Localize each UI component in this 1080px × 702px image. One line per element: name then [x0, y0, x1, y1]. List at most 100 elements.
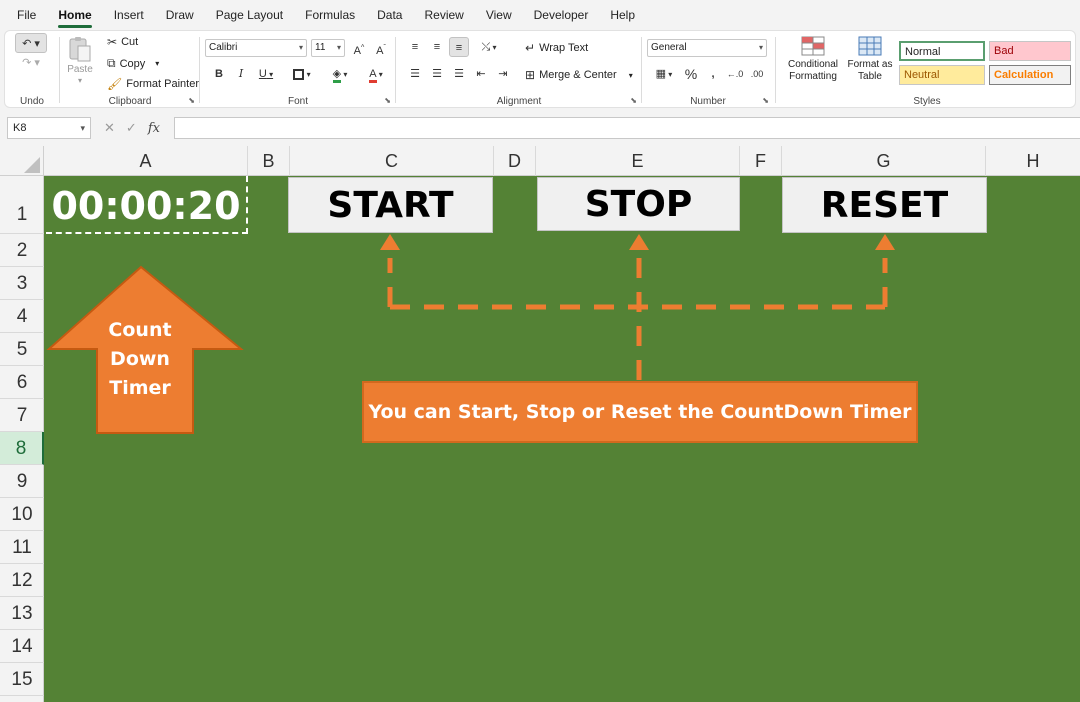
row-header[interactable]: 2 — [0, 234, 44, 267]
paste-button[interactable]: Paste ▾ — [67, 35, 93, 85]
row-header[interactable]: 3 — [0, 267, 44, 300]
decrease-font-button[interactable]: Aˇ — [371, 38, 391, 58]
clipboard-launcher-icon[interactable]: ⬊ — [188, 96, 195, 105]
underline-icon: U — [258, 68, 267, 80]
align-left-button[interactable]: ☰ — [405, 64, 425, 84]
number-launcher-icon[interactable]: ⬊ — [762, 96, 769, 105]
row-header[interactable]: 15 — [0, 663, 44, 696]
conditional-formatting-button[interactable]: Conditional Formatting — [783, 35, 843, 83]
underline-button[interactable]: U ▾ — [253, 64, 279, 84]
chevron-down-icon: ▾ — [758, 43, 763, 52]
alignment-group: ≡ ≡ ≡ ⤯ ▾ ☰ ☰ ☰ ⇤ ⇥ ↵ Wrap Text ⊞ Merge & … — [397, 31, 641, 109]
percent-style-button[interactable]: % — [681, 64, 701, 84]
column-header-g[interactable]: G — [782, 146, 986, 176]
menu-home[interactable]: Home — [47, 0, 102, 30]
name-box[interactable]: K8 ▾ — [7, 117, 91, 139]
cut-button[interactable]: ✂ Cut — [107, 35, 138, 49]
row-header[interactable]: 10 — [0, 498, 44, 531]
style-neutral[interactable]: Neutral — [899, 65, 985, 85]
increase-font-button[interactable]: A^ — [349, 38, 369, 58]
column-header-a[interactable]: A — [44, 146, 248, 176]
menu-page-layout[interactable]: Page Layout — [205, 0, 294, 30]
enter-icon[interactable]: ✓ — [126, 120, 137, 136]
insert-function-icon[interactable]: fx — [148, 121, 160, 136]
column-header-b[interactable]: B — [248, 146, 290, 176]
menu-view[interactable]: View — [475, 0, 523, 30]
conditional-formatting-icon — [801, 36, 825, 56]
merge-center-button[interactable]: ⊞ Merge & Center ▾ — [525, 68, 633, 82]
row-header[interactable]: 13 — [0, 597, 44, 630]
style-calculation[interactable]: Calculation — [989, 65, 1071, 85]
decrease-indent-button[interactable]: ⇤ — [471, 64, 491, 84]
column-header-e[interactable]: E — [536, 146, 740, 176]
italic-icon: I — [238, 67, 244, 80]
column-header-h[interactable]: H — [986, 146, 1080, 176]
clipboard-group-label: Clipboard — [108, 96, 152, 107]
count-down-timer-label: Count Down Timer — [108, 319, 172, 399]
menu-insert[interactable]: Insert — [103, 0, 155, 30]
borders-icon — [293, 68, 305, 80]
menu-file[interactable]: File — [6, 0, 47, 30]
select-all-button[interactable] — [0, 146, 44, 176]
redo-button[interactable]: ↷ ▾ — [15, 53, 47, 73]
align-middle-button[interactable]: ≡ — [427, 37, 447, 57]
column-header-c[interactable]: C — [290, 146, 494, 176]
row-header[interactable]: 7 — [0, 399, 44, 432]
grow-font-icon: A^ — [353, 44, 365, 57]
align-center-icon: ☰ — [432, 68, 442, 80]
formula-actions: ✕ ✓ fx — [104, 117, 160, 139]
align-right-button[interactable]: ☰ — [449, 64, 469, 84]
separator — [641, 37, 642, 103]
bold-button[interactable]: B — [209, 64, 229, 84]
font-launcher-icon[interactable]: ⬊ — [384, 96, 391, 105]
menu-draw[interactable]: Draw — [155, 0, 205, 30]
row-header[interactable]: 8 — [0, 432, 44, 465]
menu-formulas[interactable]: Formulas — [294, 0, 366, 30]
accounting-format-button[interactable]: ▦ ▾ — [649, 64, 679, 84]
font-name-select[interactable]: Calibri ▾ — [205, 39, 307, 57]
orientation-button[interactable]: ⤯ ▾ — [475, 37, 503, 57]
style-normal[interactable]: Normal — [899, 41, 985, 61]
menu-developer[interactable]: Developer — [523, 0, 600, 30]
row-header[interactable]: 5 — [0, 333, 44, 366]
align-center-button[interactable]: ☰ — [427, 64, 447, 84]
menu-data[interactable]: Data — [366, 0, 413, 30]
menu-help[interactable]: Help — [599, 0, 646, 30]
cancel-icon[interactable]: ✕ — [104, 120, 115, 136]
number-format-select[interactable]: General ▾ — [647, 39, 767, 57]
row-header[interactable]: 14 — [0, 630, 44, 663]
italic-button[interactable]: I — [231, 64, 251, 84]
formula-input[interactable] — [174, 117, 1080, 139]
align-bottom-button[interactable]: ≡ — [449, 37, 469, 57]
row-header[interactable]: 12 — [0, 564, 44, 597]
menu-review[interactable]: Review — [413, 0, 474, 30]
align-top-button[interactable]: ≡ — [405, 37, 425, 57]
styles-group: Conditional Formatting Format as Table N… — [777, 31, 1077, 109]
fill-color-button[interactable]: ◈ ▾ — [325, 64, 355, 84]
row-header[interactable]: 11 — [0, 531, 44, 564]
format-as-table-button[interactable]: Format as Table — [845, 35, 895, 83]
style-bad[interactable]: Bad — [989, 41, 1071, 61]
worksheet[interactable]: 00:00:20 START STOP RESET Count Down Tim… — [44, 176, 1080, 702]
increase-decimal-button[interactable]: ←.0 — [725, 64, 745, 84]
undo-button[interactable]: ↶ ▾ — [15, 33, 47, 53]
wrap-text-button[interactable]: ↵ Wrap Text — [525, 41, 588, 55]
column-header-d[interactable]: D — [494, 146, 536, 176]
decrease-decimal-button[interactable]: .00 — [747, 64, 767, 84]
borders-button[interactable]: ▾ — [287, 64, 317, 84]
indent-icon: ⇥ — [498, 68, 508, 80]
row-header[interactable]: 1 — [0, 176, 44, 234]
row-header[interactable]: 4 — [0, 300, 44, 333]
row-header[interactable]: 6 — [0, 366, 44, 399]
format-painter-button[interactable]: 🖌 Format Painter — [107, 77, 199, 91]
copy-button[interactable]: ⧉ Copy ▾ — [107, 56, 159, 71]
comma-style-button[interactable]: , — [703, 64, 723, 84]
increase-indent-button[interactable]: ⇥ — [493, 64, 513, 84]
alignment-launcher-icon[interactable]: ⬊ — [630, 96, 637, 105]
font-color-button[interactable]: A ▾ — [361, 64, 391, 84]
paint-bucket-icon: ◈ — [332, 68, 342, 83]
row-header[interactable]: 9 — [0, 465, 44, 498]
font-size-select[interactable]: 11 ▾ — [311, 39, 345, 57]
font-color-icon: A — [369, 68, 377, 83]
column-header-f[interactable]: F — [740, 146, 782, 176]
